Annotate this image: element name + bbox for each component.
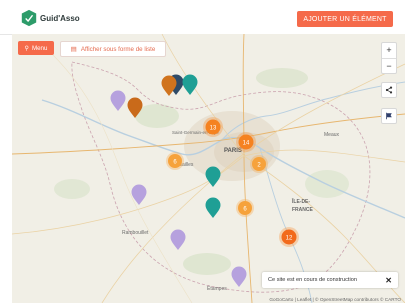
list-view-button[interactable]: ▤ Afficher sous forme de liste <box>60 41 166 57</box>
construction-notice-text: Ce site est en cours de construction <box>268 277 357 283</box>
menu-button[interactable]: ⚲ Menu <box>18 41 54 55</box>
map-view[interactable]: PARIS ÎLE-DE- FRANCE Saint-Germain-en-La… <box>12 34 405 303</box>
map-marker[interactable] <box>205 197 221 219</box>
construction-notice: Ce site est en cours de construction ✕ <box>262 272 398 288</box>
cluster-marker[interactable]: 14 <box>236 132 256 152</box>
cluster-marker[interactable]: 13 <box>203 117 223 137</box>
markers-layer: 13 14 6 2 6 12 <box>110 74 299 288</box>
map-marker[interactable] <box>127 97 143 119</box>
share-button[interactable] <box>381 82 397 98</box>
zoom-in-button[interactable]: + <box>382 43 396 59</box>
logo-text: Guid'Asso <box>40 13 80 23</box>
top-header: Guid'Asso AJOUTER UN ÉLÉMENT <box>0 0 405 35</box>
cluster-marker[interactable]: 12 <box>279 227 299 247</box>
cluster-count: 12 <box>286 236 293 242</box>
logo-icon <box>21 9 37 27</box>
share-icon <box>385 86 393 94</box>
map-marker[interactable] <box>161 75 177 97</box>
map-marker[interactable] <box>205 166 221 188</box>
list-icon: ▤ <box>70 46 77 53</box>
layers-button[interactable] <box>381 108 397 124</box>
list-view-label: Afficher sous forme de liste <box>80 45 156 53</box>
cluster-marker[interactable]: 2 <box>250 155 268 173</box>
map-marker[interactable] <box>131 184 147 206</box>
map-marker[interactable] <box>182 74 198 96</box>
app-logo[interactable]: Guid'Asso <box>20 9 80 27</box>
map-marker[interactable] <box>170 229 186 251</box>
menu-label: Menu <box>31 44 48 52</box>
map-attribution: GoGoCarto | Leaflet | © OpenStreetMap co… <box>269 297 401 302</box>
map-top-controls: ⚲ Menu ▤ Afficher sous forme de liste <box>18 41 166 57</box>
zoom-control: + − <box>381 42 397 74</box>
cluster-count: 13 <box>210 126 217 132</box>
map-marker[interactable] <box>110 90 126 112</box>
flag-icon <box>386 112 392 120</box>
map-marker[interactable] <box>231 266 247 288</box>
cluster-marker[interactable]: 6 <box>166 152 184 170</box>
cluster-marker[interactable]: 6 <box>236 199 254 217</box>
close-icon[interactable]: ✕ <box>385 276 392 285</box>
zoom-out-button[interactable]: − <box>382 59 396 74</box>
menu-icon: ⚲ <box>24 45 29 52</box>
cluster-count: 14 <box>243 141 250 147</box>
add-element-button[interactable]: AJOUTER UN ÉLÉMENT <box>297 11 393 27</box>
